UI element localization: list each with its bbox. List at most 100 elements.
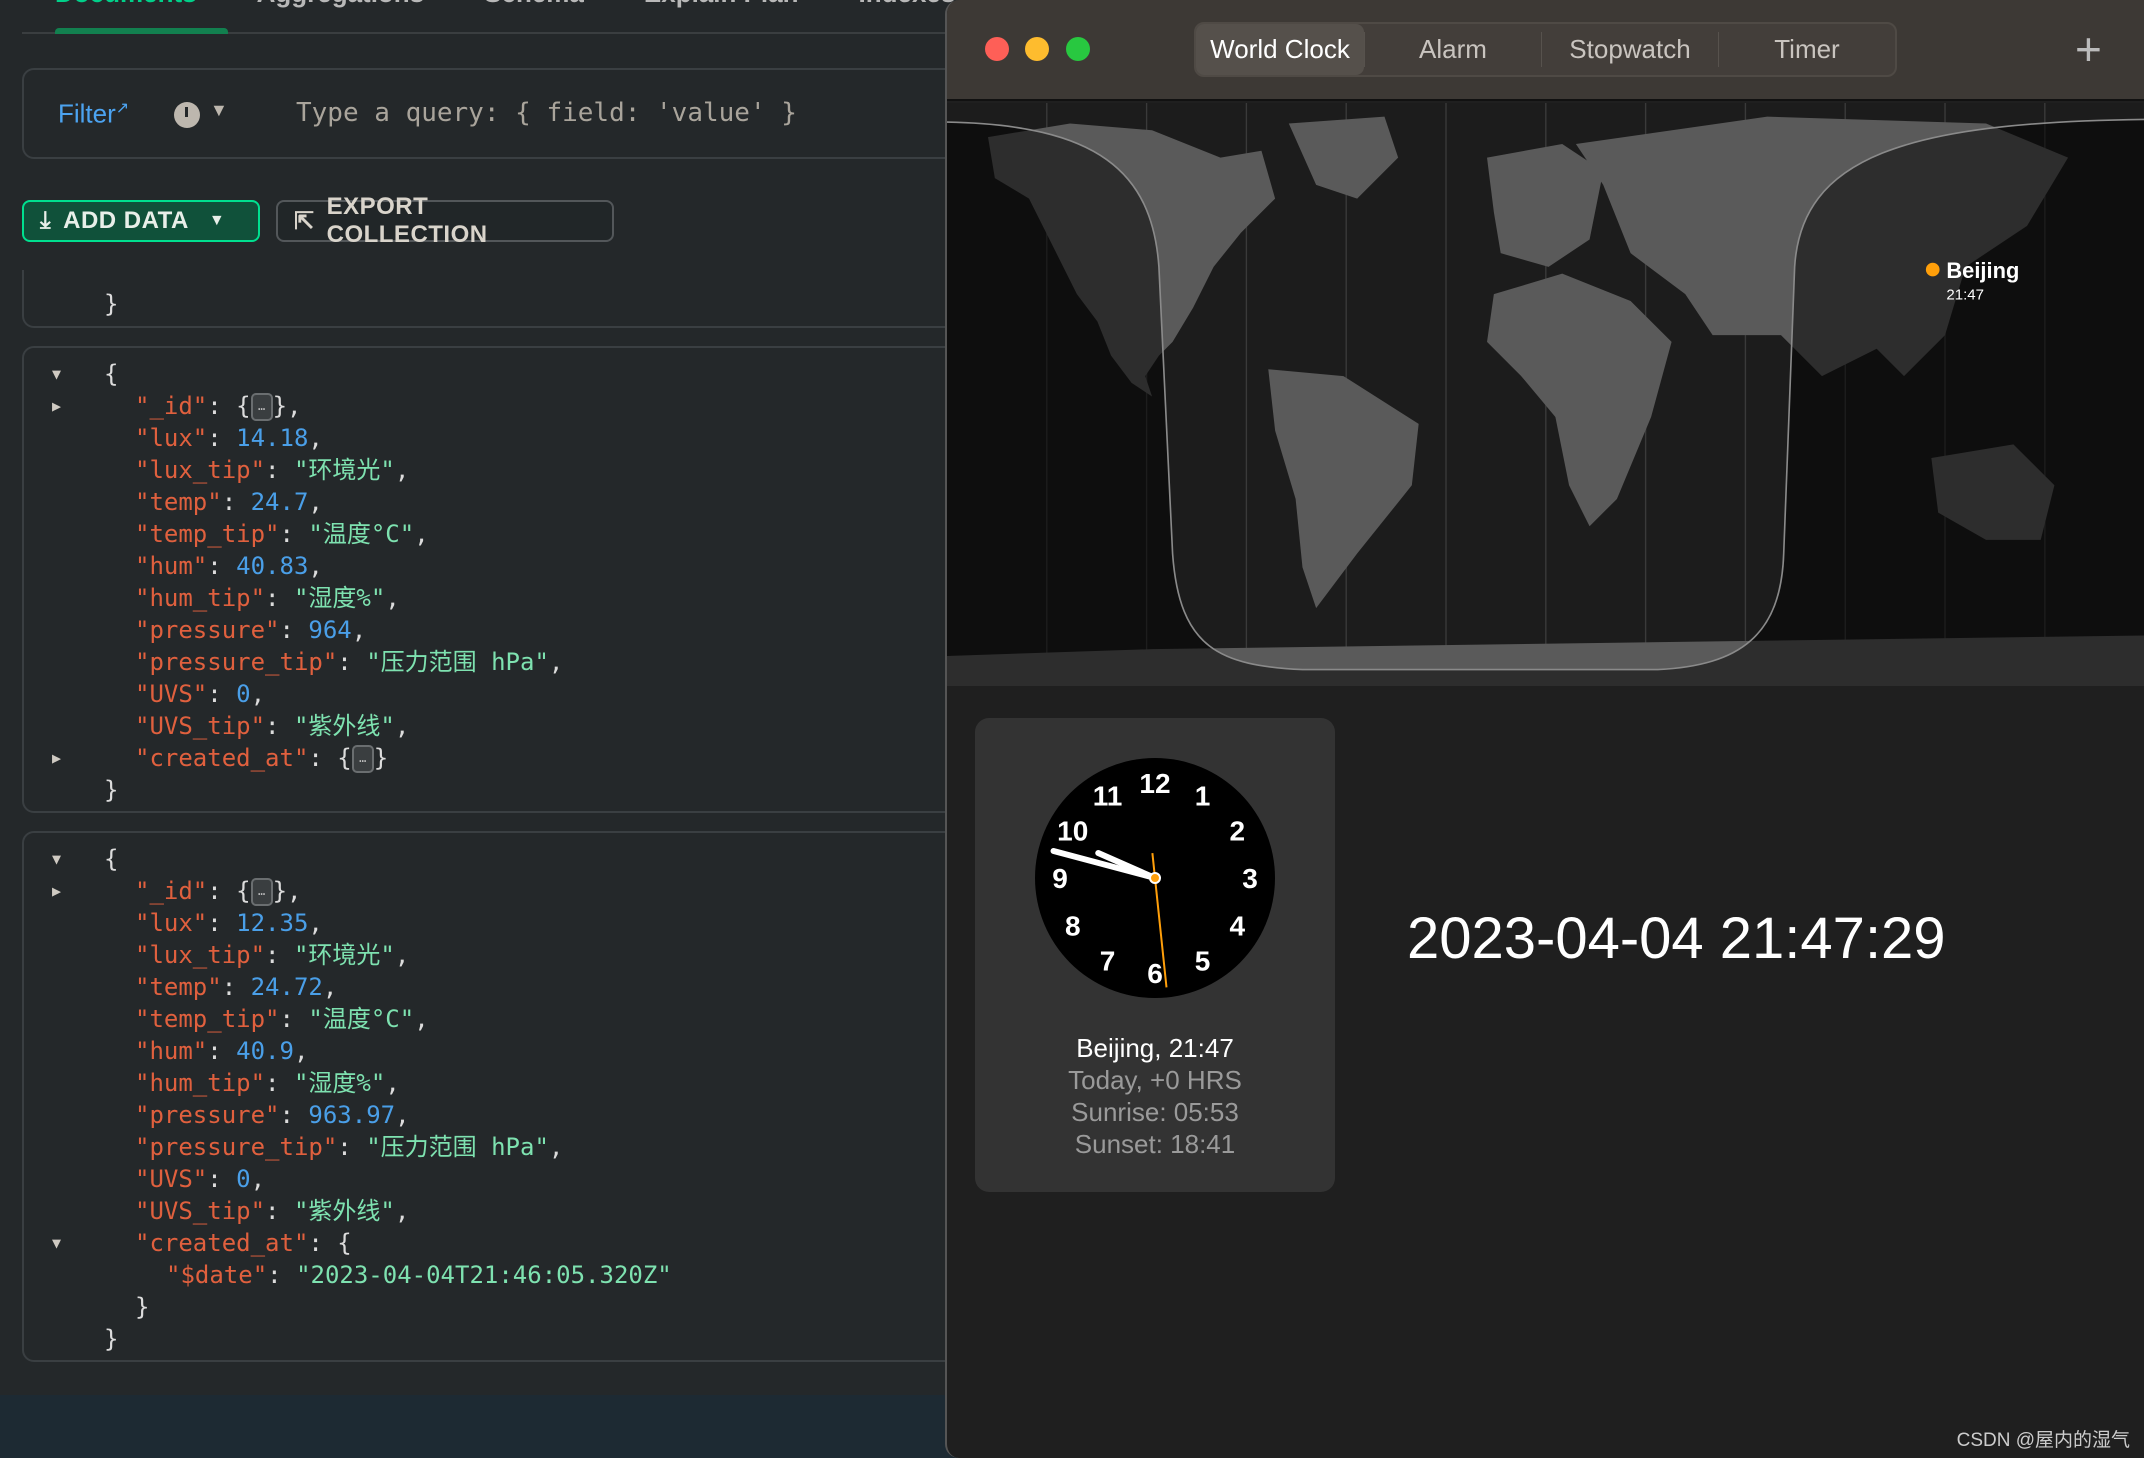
field-key: "$date"	[166, 1261, 268, 1289]
colon: :	[279, 520, 309, 548]
document-line: "created_at": {	[135, 1227, 352, 1259]
colon: :	[265, 456, 294, 484]
document-line: "UVS_tip": "紫外线",	[135, 710, 409, 742]
collapsed-ellipsis-button[interactable]: …	[351, 745, 374, 773]
collapse-arrow-icon[interactable]: ▼	[52, 843, 61, 875]
comma: ,	[308, 909, 323, 937]
comma: ,	[394, 1197, 410, 1225]
comma: ,	[385, 1069, 400, 1097]
document-line: {	[104, 358, 118, 390]
collapse-arrow-icon[interactable]: ▼	[52, 358, 61, 390]
tab-schema[interactable]: Schema	[484, 0, 584, 18]
colon: :	[207, 909, 237, 937]
document-line: }	[104, 288, 118, 320]
clock-numeral: 9	[1052, 863, 1068, 894]
active-tab-indicator	[55, 28, 228, 34]
filter-link[interactable]: Filter↗	[58, 98, 129, 130]
expand-arrow-icon[interactable]: ▶	[52, 875, 61, 907]
field-key: "_id"	[135, 392, 208, 420]
colon: :	[279, 1005, 309, 1033]
brace: }	[104, 776, 119, 804]
tab-aggregations[interactable]: Aggregations	[257, 0, 425, 18]
colon: :	[207, 877, 237, 905]
comma: ,	[395, 1101, 410, 1129]
export-collection-button[interactable]: ⇱ EXPORT COLLECTION	[276, 193, 614, 248]
comma: ,	[414, 1005, 429, 1033]
clock-numeral: 6	[1147, 958, 1163, 989]
export-icon: ⇱	[294, 207, 315, 235]
document-line: "hum": 40.83,	[135, 550, 323, 582]
close-button[interactable]	[985, 37, 1009, 61]
zoom-button[interactable]	[1066, 37, 1090, 61]
city-clock-card[interactable]: 12 1 2 3 4 5 6 7 8 9 10 11 Beijing, 21:47 Today, +0…	[975, 718, 1335, 1192]
document-line: "hum_tip": "湿度%",	[135, 582, 400, 614]
tab-explain-plan[interactable]: Explain Plan	[644, 0, 799, 18]
field-value: "环境光"	[293, 941, 395, 969]
field-value: 964	[308, 616, 352, 644]
document-line: "temp": 24.72,	[135, 971, 337, 1003]
document-card: ▼{▶ "_id": {…}, "lux": 14.18, "lux_tip": "环…	[22, 346, 960, 813]
add-data-label: ADD DATA	[63, 207, 189, 234]
collapsed-ellipsis-button[interactable]: …	[250, 878, 273, 906]
brace: }	[104, 1325, 119, 1353]
add-data-button[interactable]: ⤓ ADD DATA ▼	[22, 200, 260, 242]
comma: ,	[308, 552, 323, 580]
tab-world-clock[interactable]: World Clock	[1196, 24, 1364, 75]
field-key: "temp"	[135, 973, 222, 1001]
document-line: "lux_tip": "环境光",	[135, 454, 409, 486]
clock-window: World Clock Alarm Stopwatch Timer + Beij…	[945, 0, 2144, 1458]
history-clock-icon[interactable]	[174, 102, 200, 128]
field-value: "2023-04-04T21:46:05.320Z"	[296, 1261, 672, 1289]
chevron-down-icon[interactable]: ▼	[210, 100, 228, 121]
field-value: 40.9	[236, 1037, 294, 1065]
field-key: "hum_tip"	[135, 1069, 266, 1097]
field-value: "温度°C"	[308, 1005, 415, 1033]
clock-numeral: 3	[1242, 863, 1258, 894]
field-value: 14.18	[236, 424, 309, 452]
colon: :	[265, 584, 294, 612]
colon: :	[279, 1101, 309, 1129]
add-clock-icon[interactable]: +	[2075, 22, 2102, 76]
tab-alarm[interactable]: Alarm	[1364, 32, 1541, 67]
colon: :	[221, 973, 251, 1001]
field-value: "压力范围 hPa"	[366, 1133, 549, 1161]
field-key: "temp_tip"	[135, 1005, 280, 1033]
colon: :	[265, 1197, 294, 1225]
collapsed-ellipsis-button[interactable]: …	[250, 393, 273, 421]
colon: :	[207, 424, 237, 452]
document-line: "lux": 14.18,	[135, 422, 323, 454]
document-line: }	[104, 774, 118, 806]
colon: :	[207, 1165, 237, 1193]
clock-center	[1149, 872, 1161, 884]
query-input[interactable]: Type a query: { field: 'value' }	[296, 98, 797, 128]
caret-down-icon: ▼	[208, 212, 226, 229]
field-key: "lux"	[135, 909, 208, 937]
minimize-button[interactable]	[1025, 37, 1049, 61]
sunrise-label: Sunrise: 05:53	[1071, 1097, 1239, 1127]
field-key: "UVS"	[135, 680, 208, 708]
field-value: "湿度%"	[293, 584, 386, 612]
collapse-arrow-icon[interactable]: ▼	[52, 1227, 61, 1259]
colon: :	[337, 1133, 367, 1161]
compass-panel: Documents Aggregations Schema Explain Pl…	[0, 0, 960, 1458]
brace: {	[236, 877, 251, 905]
expand-arrow-icon[interactable]: ▶	[52, 742, 61, 774]
tab-documents[interactable]: Documents	[55, 0, 197, 18]
document-card: ▼{▶ "_id": {…}, "lux": 12.35, "lux_tip": "环…	[22, 831, 960, 1362]
expand-arrow-icon[interactable]: ▶	[52, 390, 61, 422]
clock-numeral: 10	[1057, 816, 1088, 847]
tab-stopwatch[interactable]: Stopwatch	[1541, 32, 1718, 67]
field-value: 24.7	[250, 488, 309, 516]
tab-indexes[interactable]: Indexes	[859, 0, 956, 18]
comma: ,	[322, 973, 338, 1001]
brace: {	[104, 360, 119, 388]
city-dot[interactable]	[1925, 262, 1940, 277]
field-value: 0	[236, 1165, 251, 1193]
brace: {	[104, 845, 119, 873]
tab-timer[interactable]: Timer	[1718, 32, 1895, 67]
comma: ,	[308, 424, 323, 452]
document-line: "_id": {…},	[135, 875, 302, 907]
comma: ,	[250, 680, 266, 708]
clock-numeral: 2	[1229, 816, 1245, 847]
colon: :	[337, 648, 367, 676]
